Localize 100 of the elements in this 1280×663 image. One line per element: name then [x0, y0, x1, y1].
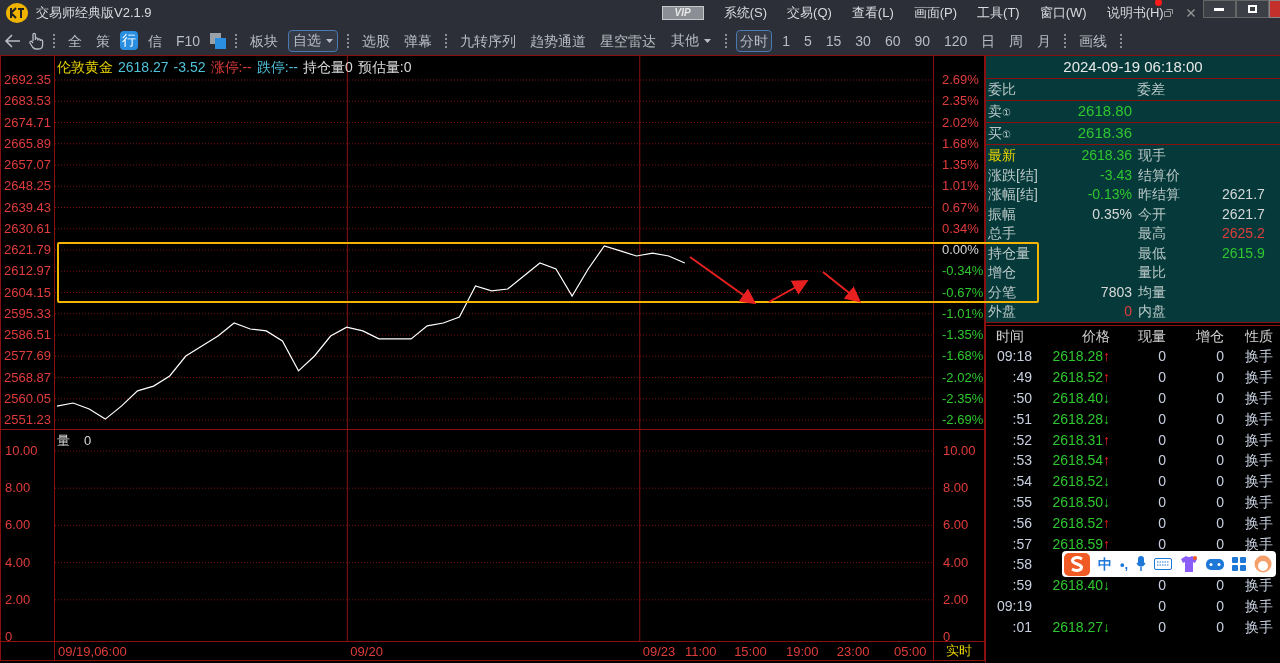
dropdown-button[interactable]: 自选	[288, 29, 339, 52]
toolbar-button[interactable]: 90	[910, 29, 935, 52]
percent-axis-label: 2.69%	[942, 73, 979, 87]
microphone-icon[interactable]	[1136, 556, 1147, 573]
table-cell: 0	[1158, 535, 1166, 552]
toolbar-button[interactable]: 趋势通道	[526, 29, 591, 52]
volume-axis-label: 4.00	[5, 555, 31, 570]
restore-icon[interactable]	[1163, 9, 1173, 17]
table-cell-text: :58	[1011, 555, 1033, 575]
caret-icon	[326, 38, 334, 43]
price-axis-label: 2560.05	[4, 391, 51, 406]
menu-item[interactable]: 工具(T)	[977, 3, 1020, 23]
realtime-tab[interactable]: 实时	[946, 641, 972, 661]
shirt-icon[interactable]	[1180, 556, 1199, 573]
menu-item[interactable]: 说明书(H)	[1106, 3, 1164, 23]
minimize-button[interactable]	[1202, 0, 1236, 18]
table-cell: 0	[1216, 431, 1224, 448]
toolbar-button[interactable]: 1	[778, 29, 794, 52]
toolbar-button[interactable]: 弹幕	[400, 29, 437, 52]
toolbar-button[interactable]: 日	[977, 29, 1000, 52]
toolbar-button[interactable]: 30	[851, 29, 875, 52]
toolbar-button[interactable]: 60	[880, 29, 905, 52]
dropdown-button[interactable]: 其他	[666, 29, 717, 52]
time-axis-label: 09/23	[642, 643, 676, 660]
toolbar-button[interactable]: 星空雷达	[596, 29, 661, 52]
table-cell: 0	[1216, 494, 1224, 510]
menu-item[interactable]: 查看(L)	[851, 3, 894, 23]
toolbar-button[interactable]: 选股	[358, 29, 395, 52]
field-value: 2618.36	[1081, 147, 1132, 164]
price-axis-label: 2551.23	[4, 413, 51, 427]
toolbar-button[interactable]: 全	[64, 29, 86, 52]
price-axis-label: 2683.53	[4, 94, 51, 109]
time-axis-label: 09/19,06:00	[58, 643, 127, 660]
toolbar-button[interactable]: 板块	[246, 29, 283, 52]
ime-logo-icon[interactable]	[1064, 552, 1090, 576]
field-label: 振幅	[987, 204, 1017, 224]
hand-pointer-icon[interactable]	[28, 31, 44, 50]
percent-axis-label: -2.69%	[942, 413, 984, 427]
table-cell: 换手	[1245, 348, 1273, 365]
back-arrow-icon[interactable]	[4, 32, 22, 49]
toolbar-button[interactable]: 策	[92, 29, 114, 52]
percent-axis-label: -1.01%	[942, 306, 984, 321]
menu-item[interactable]: 系统(S)	[723, 3, 768, 23]
table-cell: 2618.52↑	[1052, 514, 1110, 531]
volume-value: 0	[84, 432, 92, 450]
toolbar-button[interactable]: F10	[172, 29, 205, 52]
table-cell: 0	[1216, 369, 1224, 386]
maximize-button[interactable]	[1235, 0, 1269, 18]
price-axis-label: 2568.87	[4, 370, 51, 385]
close-icon[interactable]	[1186, 9, 1195, 17]
toolbar-button[interactable]: 120	[940, 29, 972, 52]
volume-axis-label: 6.00	[5, 518, 31, 533]
percent-axis-label: -0.67%	[942, 285, 984, 300]
squares-icon[interactable]	[210, 32, 227, 49]
volume-axis-label: 8.00	[5, 481, 31, 496]
table-cell-text: :55	[1011, 493, 1033, 512]
field-value: 2621.7	[1222, 185, 1265, 205]
toolbar-button[interactable]: 15	[821, 29, 846, 52]
menu-item[interactable]: 窗口(W)	[1039, 3, 1087, 23]
toolbar-button[interactable]: 画线	[1075, 29, 1112, 52]
toolbar-button[interactable]: 九转序列	[456, 29, 521, 52]
field-label: 均量	[1137, 282, 1167, 302]
grid-icon[interactable]	[1232, 557, 1247, 572]
field-label: 买①	[987, 124, 1012, 143]
field-label: 内盘	[1137, 302, 1167, 322]
keyboard-icon[interactable]	[1154, 558, 1173, 571]
volume-axis-label: 0	[5, 630, 13, 644]
time-axis-label: 05:00	[893, 643, 927, 660]
time-axis-label: 23:00	[836, 643, 870, 660]
toolbar-button[interactable]: 分时	[736, 29, 773, 52]
field-label: 量比	[1137, 263, 1167, 283]
gamepad-icon[interactable]	[1206, 557, 1225, 571]
table-cell-text: :01	[1011, 617, 1033, 637]
table-cell: 0	[1216, 618, 1224, 635]
menu-item[interactable]: 交易(Q)	[787, 3, 832, 23]
quote-info-text: 涨停:--	[210, 58, 252, 77]
field-label: 分笔	[987, 282, 1017, 302]
menu-item[interactable]: 画面(P)	[913, 3, 958, 23]
volume-axis-label: 2.00	[5, 592, 31, 607]
toolbar-button[interactable]: 信	[144, 29, 166, 52]
table-cell: 2618.28↑	[1052, 348, 1110, 365]
input-mode-toggle[interactable]: 中	[1098, 553, 1112, 575]
field-label: 卖①	[987, 102, 1012, 121]
volume-axis-label: 10.00	[943, 444, 976, 458]
table-cell: 换手	[1245, 514, 1273, 531]
table-cell-text: :56	[1011, 513, 1033, 533]
table-cell: 0	[1216, 452, 1224, 469]
time-axis-label: 11:00	[684, 643, 717, 660]
column-header: 增仓	[1195, 326, 1224, 346]
toolbar-button[interactable]: 周	[1005, 29, 1028, 52]
table-cell: 0	[1158, 348, 1166, 365]
toolbar-button[interactable]: 月	[1033, 29, 1056, 52]
table-cell: 换手	[1245, 494, 1273, 510]
table-cell: 0	[1158, 369, 1166, 386]
price-axis-label: 2586.51	[4, 328, 51, 342]
punctuation-toggle[interactable]: •,	[1120, 554, 1129, 575]
table-cell: 2618.52↓	[1052, 473, 1110, 490]
toolbar-button[interactable]: 5	[799, 29, 816, 52]
table-cell: 0	[1216, 597, 1224, 614]
volume-axis-label: 10.00	[5, 444, 38, 458]
